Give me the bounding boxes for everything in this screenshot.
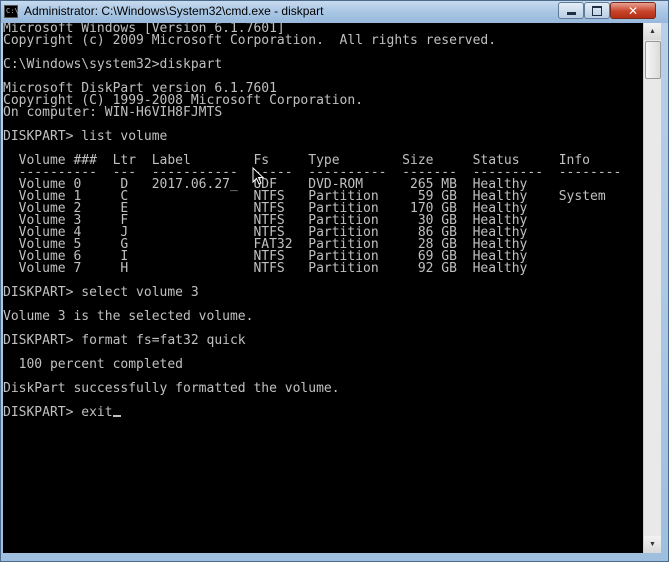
console-line: Copyright (c) 2009 Microsoft Corporation… xyxy=(3,33,497,48)
window-title: Administrator: C:\Windows\System32\cmd.e… xyxy=(24,4,324,18)
console-line: C:\Windows\system32>diskpart xyxy=(3,57,223,72)
console-output[interactable]: Microsoft Windows [Version 6.1.7601] Copy… xyxy=(3,23,643,553)
mouse-pointer-icon xyxy=(252,167,264,185)
console-text: Microsoft Windows [Version 6.1.7601] Copy… xyxy=(3,23,643,419)
minimize-button[interactable] xyxy=(558,2,584,19)
maximize-button[interactable] xyxy=(584,2,610,19)
console-window: C:\ Administrator: C:\Windows\System32\c… xyxy=(0,0,669,562)
scroll-down-button[interactable]: ▼ xyxy=(644,536,661,553)
arrow-down-icon: ▼ xyxy=(649,541,656,548)
console-line: Volume 7 H NTFS Partition 92 GB Healthy xyxy=(3,261,528,276)
scroll-up-button[interactable]: ▲ xyxy=(644,23,661,40)
cmd-icon[interactable]: C:\ xyxy=(4,5,19,18)
console-line: On computer: WIN-H6VIH8FJMTS xyxy=(3,105,223,120)
cmd-icon-text: C:\ xyxy=(6,7,19,15)
text-cursor xyxy=(112,415,121,417)
vertical-scrollbar[interactable]: ▲ ▼ xyxy=(643,23,661,553)
close-button[interactable]: ✕ xyxy=(610,2,656,19)
close-icon: ✕ xyxy=(627,3,639,18)
scroll-thumb[interactable] xyxy=(645,41,661,79)
maximize-icon xyxy=(592,5,602,16)
console-line: DISKPART> list volume xyxy=(3,129,168,144)
minimize-icon xyxy=(566,12,576,15)
console-line: DISKPART> exit xyxy=(3,406,643,419)
console-line: DiskPart successfully formatted the volu… xyxy=(3,381,340,396)
console-line: Volume 3 is the selected volume. xyxy=(3,309,254,324)
console-line: DISKPART> select volume 3 xyxy=(3,285,199,300)
console-line: 100 percent completed xyxy=(3,357,184,372)
title-bar[interactable]: C:\ Administrator: C:\Windows\System32\c… xyxy=(1,1,668,23)
console-line: DISKPART> format fs=fat32 quick xyxy=(3,333,246,348)
arrow-up-icon: ▲ xyxy=(649,28,656,35)
